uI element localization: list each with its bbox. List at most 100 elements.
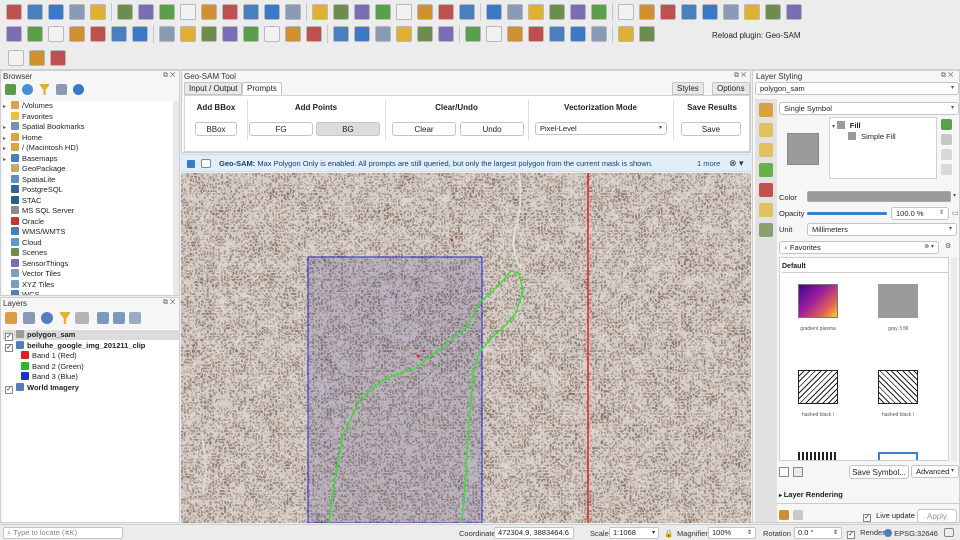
browser-item[interactable]: ▸ Spatial Bookmarks <box>3 122 85 132</box>
clear-button[interactable]: Clear <box>392 122 456 136</box>
toolbar-tool-icon[interactable] <box>354 4 370 20</box>
toolbar-tool-icon[interactable] <box>159 4 175 20</box>
live-update-checkbox[interactable]: ✓ Live update <box>863 511 915 522</box>
symbol-gradient-plasma[interactable] <box>798 284 838 318</box>
list-view-icon[interactable] <box>779 467 789 477</box>
toolbar-tool-icon[interactable] <box>201 26 217 42</box>
toolbar-tool-icon[interactable] <box>528 4 544 20</box>
toolbar-tool-icon[interactable] <box>201 4 217 20</box>
toolbar-tool-icon[interactable] <box>69 26 85 42</box>
browser-item[interactable]: XYZ Tiles <box>3 279 54 290</box>
toolbar-tool-icon[interactable] <box>243 26 259 42</box>
opacity-spinbox[interactable]: 100.0 % ⇕ <box>891 207 949 220</box>
toolbar-tool-icon[interactable] <box>48 4 64 20</box>
layer-item[interactable]: ✓ polygon_sam <box>3 330 179 341</box>
toolbar-tool-icon[interactable] <box>29 50 45 66</box>
browser-item[interactable]: Scenes <box>3 248 47 258</box>
browser-item[interactable]: MS SQL Server <box>3 206 74 216</box>
fill-row[interactable]: ▾ Fill <box>832 121 861 130</box>
expand-all-icon[interactable] <box>97 312 109 324</box>
toolbar-tool-icon[interactable] <box>222 26 238 42</box>
browser-item[interactable]: PostgreSQL <box>3 185 63 195</box>
browser-item[interactable]: STAC <box>3 195 41 206</box>
toolbar-tool-icon[interactable] <box>591 4 607 20</box>
color-button[interactable] <box>807 191 951 202</box>
symbol-partial-tile[interactable] <box>798 452 838 460</box>
lock-scale-icon[interactable]: 🔒 <box>664 529 673 538</box>
toolbar-tool-icon[interactable] <box>306 26 322 42</box>
layer-item[interactable]: ✓ beiluhe_google_img_201211_clip <box>3 340 179 352</box>
toolbar-tool-icon[interactable] <box>375 26 391 42</box>
tab-prompts[interactable]: Prompts <box>242 82 282 95</box>
toolbar-tool-icon[interactable] <box>786 4 802 20</box>
browser-item[interactable]: ▸ Basemaps <box>3 153 57 164</box>
toolbar-tool-icon[interactable] <box>333 4 349 20</box>
toolbar-tool-icon[interactable] <box>486 26 502 42</box>
toolbar-tool-icon[interactable] <box>417 26 433 42</box>
browser-item[interactable]: WMS/WMTS <box>3 227 65 237</box>
browser-item[interactable]: ▸ /Volumes <box>3 101 53 111</box>
rotation-field[interactable]: 0.0 ° ⇕ <box>794 527 842 539</box>
renderer-select[interactable]: Single Symbol ▾ <box>779 102 959 115</box>
remove-layer-icon[interactable] <box>129 312 141 324</box>
toolbar-tool-icon[interactable] <box>117 4 133 20</box>
simple-fill-row[interactable]: Simple Fill <box>848 132 896 141</box>
toolbar-tool-icon[interactable] <box>111 26 127 42</box>
toolbar-tool-icon[interactable] <box>354 26 370 42</box>
apply-button[interactable]: Apply <box>917 509 957 523</box>
browser-item[interactable]: ▸ / (Macintosh HD) <box>3 143 78 153</box>
geosam-close-icon[interactable]: ⧉ ✕ <box>734 72 746 80</box>
layer-item[interactable]: Band 1 (Red) <box>3 351 179 361</box>
toolbar-tool-icon[interactable] <box>681 4 697 20</box>
toolbar-tool-icon[interactable] <box>138 4 154 20</box>
toolbar-tool-icon[interactable] <box>528 26 544 42</box>
undo-style-icon[interactable] <box>779 510 789 520</box>
vectorization-select[interactable]: Pixel-Level ▾ <box>535 122 667 135</box>
map-svg[interactable] <box>181 173 751 523</box>
symbol-hashed-black-forward[interactable] <box>798 370 838 404</box>
toolbar-tool-icon[interactable] <box>180 26 196 42</box>
magnifier-field[interactable]: 100% ⇕ <box>708 527 756 539</box>
toolbar-tool-icon[interactable] <box>702 4 718 20</box>
tab-options[interactable]: Options <box>712 82 750 95</box>
toolbar-tool-icon[interactable] <box>159 26 175 42</box>
toolbar-tool-icon[interactable] <box>507 4 523 20</box>
browser-close-icon[interactable]: ⧉ ✕ <box>163 72 175 80</box>
toolbar-tool-icon[interactable] <box>312 4 328 20</box>
toolbar-tool-icon[interactable] <box>396 26 412 42</box>
info-icon[interactable] <box>73 84 84 95</box>
toolbar-tool-icon[interactable] <box>27 26 43 42</box>
lock-icon[interactable] <box>941 149 952 160</box>
browser-item[interactable]: Vector Tiles <box>3 269 61 279</box>
bbox-button[interactable]: BBox <box>195 122 237 136</box>
toolbar-tool-icon[interactable] <box>591 26 607 42</box>
mask-icon[interactable] <box>759 143 773 157</box>
color-dropdown-icon[interactable]: ▾ <box>953 192 956 199</box>
toolbar-tool-icon[interactable] <box>438 4 454 20</box>
toolbar-tool-icon[interactable] <box>6 4 22 20</box>
more-link[interactable]: 1 more <box>697 159 720 168</box>
toolbar-tool-icon[interactable] <box>333 26 349 42</box>
messages-icon[interactable] <box>944 528 954 537</box>
toolbar-tool-icon[interactable] <box>6 26 22 42</box>
toolbar-tool-icon[interactable] <box>285 26 301 42</box>
save-button[interactable]: Save <box>681 122 741 136</box>
dismiss-icon[interactable]: ⊗ ▾ <box>729 158 744 169</box>
reload-plugin-label[interactable]: Reload plugin: Geo-SAM <box>712 31 801 40</box>
toolbar-tool-icon[interactable] <box>243 4 259 20</box>
toolbar-tool-icon[interactable] <box>27 4 43 20</box>
layer-rendering-header[interactable]: ▸ Layer Rendering <box>779 490 843 499</box>
layers-close-icon[interactable]: ⧉ ✕ <box>163 299 175 307</box>
grid-view-icon[interactable] <box>793 467 803 477</box>
symbol-partial-tile[interactable] <box>878 452 918 460</box>
toolbar-tool-icon[interactable] <box>8 50 24 66</box>
layer-item[interactable]: ✓ World Imagery <box>3 382 179 394</box>
toolbar-tool-icon[interactable] <box>570 4 586 20</box>
refresh-icon[interactable] <box>22 84 33 95</box>
styling-close-icon[interactable]: ⧉ ✕ <box>941 72 953 80</box>
browser-item[interactable]: SensorThings <box>3 258 68 269</box>
toolbar-tool-icon[interactable] <box>507 26 523 42</box>
browser-item[interactable]: WCS <box>3 290 40 295</box>
library-scrollbar[interactable] <box>951 257 957 461</box>
toolbar-tool-icon[interactable] <box>285 4 301 20</box>
